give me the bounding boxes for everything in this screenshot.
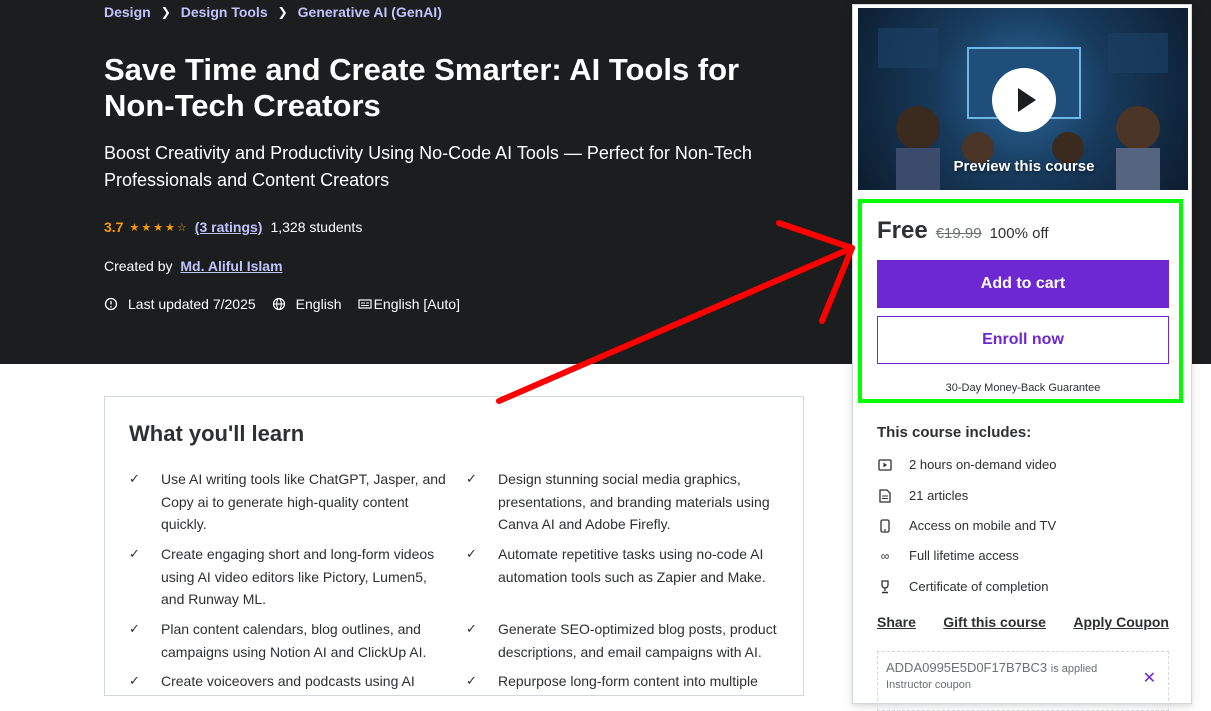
mobile-icon (880, 518, 890, 533)
learn-item: ✓ Create voiceovers and podcasts using A… (129, 670, 451, 693)
trophy-icon (881, 579, 889, 593)
include-item: Certificate of completion (877, 579, 1048, 594)
include-item: 21 articles (877, 488, 968, 503)
check-icon: ✓ (466, 471, 477, 486)
last-updated: Last updated 7/2025 (104, 296, 256, 312)
gift-course-link[interactable]: Gift this course (943, 614, 1046, 630)
video-icon (878, 458, 892, 471)
captions-icon (357, 299, 372, 309)
language-text: English (295, 296, 342, 312)
infinity-icon: ∞ (880, 548, 890, 563)
share-link[interactable]: Share (877, 614, 916, 630)
chevron-right-icon: ❯ (160, 5, 171, 19)
check-icon: ✓ (129, 621, 140, 636)
last-updated-text: Last updated 7/2025 (128, 296, 256, 312)
card-links: Share Gift this course Apply Coupon (877, 614, 1169, 630)
check-icon: ✓ (466, 673, 477, 688)
breadcrumb-design[interactable]: Design (104, 4, 151, 20)
rating-value: 3.7 (104, 219, 124, 235)
include-item: ∞ Full lifetime access (877, 548, 1019, 563)
check-icon: ✓ (466, 546, 477, 561)
play-button[interactable] (992, 68, 1056, 132)
learn-item: ✓ Automate repetitive tasks using no-cod… (466, 543, 788, 588)
preview-course-label: Preview this course (953, 158, 1095, 175)
apply-coupon-link[interactable]: Apply Coupon (1073, 614, 1169, 630)
captions-text: English [Auto] (373, 296, 460, 312)
course-meta: Last updated 7/2025 English English [Aut… (104, 296, 476, 312)
created-by-label: Created by (104, 258, 173, 274)
what-you-learn-title: What you'll learn (129, 421, 305, 446)
learn-item: ✓ Create engaging short and long-form vi… (129, 543, 451, 611)
coupon-type: Instructor coupon (886, 679, 971, 691)
article-icon (879, 488, 891, 503)
include-item: Access on mobile and TV (877, 518, 1056, 533)
coupon-applied-text: is applied (1050, 663, 1098, 675)
students-count: 1,328 students (270, 219, 363, 235)
what-you-learn-box: What you'll learn ✓ Use AI writing tools… (104, 396, 804, 696)
play-icon (1018, 88, 1036, 112)
breadcrumb: Design ❯ Design Tools ❯ Generative AI (G… (104, 4, 442, 20)
alert-clock-icon (104, 297, 118, 311)
ratings-count-link[interactable]: (3 ratings) (195, 219, 263, 235)
learn-item: ✓ Design stunning social media graphics,… (466, 468, 788, 536)
highlight-box (858, 199, 1183, 403)
check-icon: ✓ (129, 471, 140, 486)
check-icon: ✓ (466, 621, 477, 636)
coupon-box: ADDA0995E5D0F17B7BC3 is applied Instruct… (877, 651, 1169, 711)
close-icon[interactable]: ✕ (1143, 668, 1156, 688)
course-preview[interactable]: Preview this course (857, 7, 1189, 191)
learn-item: ✓ Generate SEO-optimized blog posts, pro… (466, 618, 788, 663)
author-link[interactable]: Md. Aliful Islam (180, 258, 282, 274)
check-icon: ✓ (129, 546, 140, 561)
breadcrumb-design-tools[interactable]: Design Tools (181, 4, 268, 20)
language: English (272, 296, 342, 312)
created-by: Created by Md. Aliful Islam (104, 258, 283, 274)
star-rating-icon: ★★★★☆ (129, 221, 189, 234)
learn-item: ✓ Use AI writing tools like ChatGPT, Jas… (129, 468, 451, 536)
learn-item: ✓ Repurpose long-form content into multi… (466, 670, 788, 693)
globe-icon (272, 297, 285, 311)
include-item: 2 hours on-demand video (877, 457, 1056, 472)
coupon-code: ADDA0995E5D0F17B7BC3 (886, 660, 1048, 675)
course-title: Save Time and Create Smarter: AI Tools f… (104, 52, 740, 123)
rating-row: 3.7 ★★★★☆ (3 ratings) 1,328 students (104, 219, 362, 235)
course-subtitle: Boost Creativity and Productivity Using … (104, 143, 752, 190)
includes-title: This course includes: (877, 424, 1032, 441)
check-icon: ✓ (129, 673, 140, 688)
breadcrumb-generative-ai[interactable]: Generative AI (GenAI) (298, 4, 442, 20)
captions: English [Auto] (357, 296, 460, 312)
learn-item: ✓ Plan content calendars, blog outlines,… (129, 618, 451, 663)
chevron-right-icon: ❯ (277, 5, 288, 19)
